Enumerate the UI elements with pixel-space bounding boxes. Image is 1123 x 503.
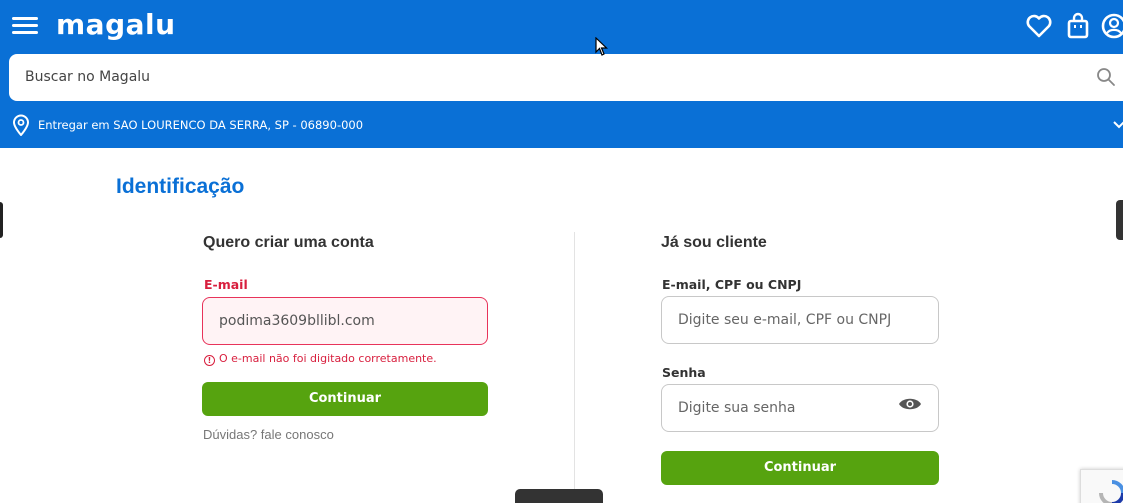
login-placeholder: Digite seu e-mail, CPF ou CNPJ bbox=[678, 312, 892, 328]
search-input[interactable]: Buscar no Magalu bbox=[9, 54, 1123, 101]
email-field[interactable]: podima3609bllibl.com bbox=[202, 297, 488, 345]
heart-icon[interactable] bbox=[1024, 11, 1054, 41]
magalu-logo[interactable]: magalu bbox=[56, 6, 176, 44]
email-error-message: ! O e-mail não foi digitado corretamente. bbox=[204, 352, 437, 366]
chat-widget-tab[interactable] bbox=[515, 489, 603, 503]
right-edge-handle bbox=[1116, 200, 1123, 240]
page-title: Identificação bbox=[116, 175, 245, 198]
password-label: Senha bbox=[662, 365, 706, 380]
password-placeholder: Digite sua senha bbox=[678, 400, 796, 416]
recaptcha-badge[interactable] bbox=[1080, 469, 1123, 503]
email-label: E-mail bbox=[204, 277, 248, 292]
email-value: podima3609bllibl.com bbox=[219, 313, 375, 329]
help-link[interactable]: Dúvidas? fale conosco bbox=[203, 427, 334, 442]
menu-icon[interactable] bbox=[12, 14, 40, 36]
mouse-cursor-icon bbox=[595, 37, 608, 56]
login-label: E-mail, CPF ou CNPJ bbox=[662, 277, 802, 292]
login-continue-button[interactable]: Continuar bbox=[661, 451, 939, 485]
login-field[interactable]: Digite seu e-mail, CPF ou CNPJ bbox=[661, 296, 939, 344]
eye-icon[interactable] bbox=[898, 395, 922, 413]
header-bar: magalu Buscar no Magalu Entregar em SAO … bbox=[0, 0, 1123, 148]
location-text: Entregar em SAO LOURENCO DA SERRA, SP - … bbox=[38, 118, 364, 132]
existing-client-title: Já sou cliente bbox=[661, 234, 767, 251]
column-divider bbox=[574, 232, 575, 503]
create-account-title: Quero criar uma conta bbox=[203, 234, 374, 251]
error-icon: ! bbox=[204, 355, 215, 366]
chevron-down-icon[interactable] bbox=[1112, 118, 1123, 132]
page: magalu Buscar no Magalu Entregar em SAO … bbox=[0, 0, 1123, 503]
recaptcha-icon bbox=[1099, 480, 1123, 503]
search-placeholder: Buscar no Magalu bbox=[25, 69, 151, 85]
bag-icon[interactable] bbox=[1063, 11, 1093, 41]
user-icon[interactable] bbox=[1100, 11, 1123, 41]
error-text: O e-mail não foi digitado corretamente. bbox=[219, 352, 437, 365]
create-continue-button[interactable]: Continuar bbox=[202, 382, 488, 416]
search-icon[interactable] bbox=[1095, 66, 1117, 88]
location-pin-icon bbox=[12, 114, 30, 136]
left-edge-handle bbox=[0, 202, 3, 238]
delivery-location[interactable]: Entregar em SAO LOURENCO DA SERRA, SP - … bbox=[12, 114, 1123, 138]
